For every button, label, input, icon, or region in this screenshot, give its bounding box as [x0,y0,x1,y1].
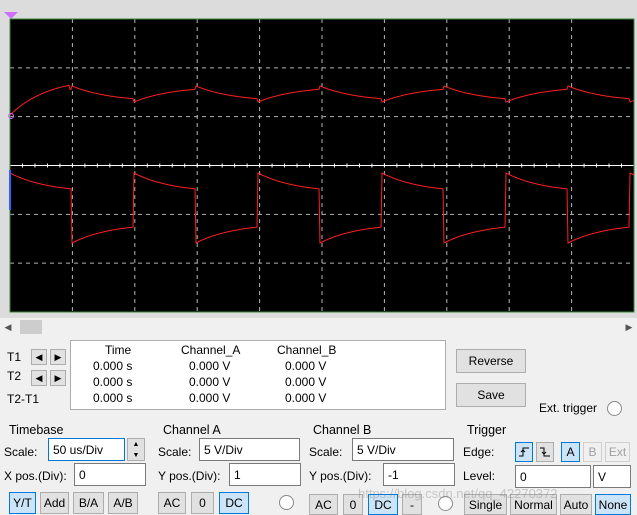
channel-b-ypos-label: Y pos.(Div): [309,469,372,483]
channel-b-scale-label: Scale: [309,445,343,459]
channel-a-zero-button[interactable]: 0 [191,492,214,514]
readout-diff-b: 0.000 V [285,391,327,405]
channel-b-title: Channel B [313,423,372,437]
falling-edge-icon[interactable] [536,442,554,462]
trigger-level-label: Level: [463,469,496,483]
timebase-scale-input[interactable]: 50 us/Div [48,438,125,461]
readout-header-time: Time [105,343,132,357]
trigger-edge-label: Edge: [463,445,495,459]
mode-ba-button[interactable]: B/A [73,492,104,514]
channel-a-title: Channel A [163,423,221,437]
channel-b-scale-input[interactable]: 5 V/Div [352,438,454,461]
t1-right-arrow-icon[interactable]: ▶ [50,349,66,365]
trigger-auto-button[interactable]: Auto [560,494,592,515]
measurement-readout: Time Channel_A Channel_B 0.000 s 0.000 V… [70,340,446,410]
channel-a-terminal[interactable] [279,495,294,510]
readout-t2-a: 0.000 V [189,375,231,389]
trigger-level-unit[interactable]: V [593,465,631,488]
oscilloscope-screen [0,0,637,318]
readout-t2-time: 0.000 s [93,375,133,389]
channel-b-ypos-input[interactable]: -1 [383,463,455,486]
channel-a-dc-button[interactable]: DC [219,492,249,514]
channel-a-ypos-input[interactable]: 1 [229,463,301,486]
mode-ab-button[interactable]: A/B [108,492,138,514]
cursor-diff-label: T2-T1 [7,392,40,406]
rising-edge-icon[interactable] [515,442,533,462]
channel-a-scale-label: Scale: [158,445,192,459]
readout-header-channel-b: Channel_B [277,343,337,357]
channel-b-ac-button[interactable]: AC [309,494,338,515]
scroll-thumb[interactable] [20,320,42,334]
trigger-none-button[interactable]: None [595,494,631,515]
channel-a-ypos-label: Y pos.(Div): [158,469,221,483]
scope-display [4,12,635,313]
ext-trigger-terminal[interactable] [607,401,622,416]
spin-down-icon[interactable]: ▼ [128,450,144,461]
spin-up-icon[interactable]: ▲ [128,439,144,450]
t1-left-arrow-icon[interactable]: ◀ [31,349,47,365]
mode-yt-button[interactable]: Y/T [9,492,36,514]
mode-add-button[interactable]: Add [40,492,69,514]
t2-left-arrow-icon[interactable]: ◀ [31,370,47,386]
readout-t2-b: 0.000 V [285,375,327,389]
trigger-source-b-button[interactable]: B [583,442,602,462]
reverse-button[interactable]: Reverse [456,349,526,373]
scroll-left-icon[interactable]: ◀ [2,321,14,333]
watermark-text: https://blog.csdn.net/qq_42270372 [358,486,558,501]
timebase-scale-label: Scale: [4,445,38,459]
cursor-t1-marker-icon [4,12,18,19]
cursor-t1-label: T1 [7,350,22,364]
readout-diff-time: 0.000 s [93,391,133,405]
timebase-scale-spinner[interactable]: ▲ ▼ [127,438,145,461]
cursor-t2-label: T2 [7,369,22,383]
scroll-right-icon[interactable]: ▶ [623,321,635,333]
trigger-title: Trigger [467,423,507,437]
horizontal-scrollbar[interactable]: ◀ ▶ [0,318,637,336]
timebase-xpos-input[interactable]: 0 [74,463,146,486]
trigger-source-a-button[interactable]: A [561,442,580,462]
readout-header-channel-a: Channel_A [181,343,241,357]
t2-right-arrow-icon[interactable]: ▶ [50,370,66,386]
timebase-xpos-label: X pos.(Div): [4,469,67,483]
timebase-title: Timebase [9,423,64,437]
trigger-level-input[interactable]: 0 [515,465,591,488]
readout-t1-a: 0.000 V [189,359,231,373]
save-button[interactable]: Save [456,383,526,407]
readout-t1-b: 0.000 V [285,359,327,373]
channel-a-ac-button[interactable]: AC [158,492,186,514]
trigger-source-ext-button[interactable]: Ext [605,442,630,462]
channel-a-scale-input[interactable]: 5 V/Div [199,438,300,461]
readout-t1-time: 0.000 s [93,359,133,373]
readout-diff-a: 0.000 V [189,391,231,405]
ext-trigger-label: Ext. trigger [539,401,598,415]
